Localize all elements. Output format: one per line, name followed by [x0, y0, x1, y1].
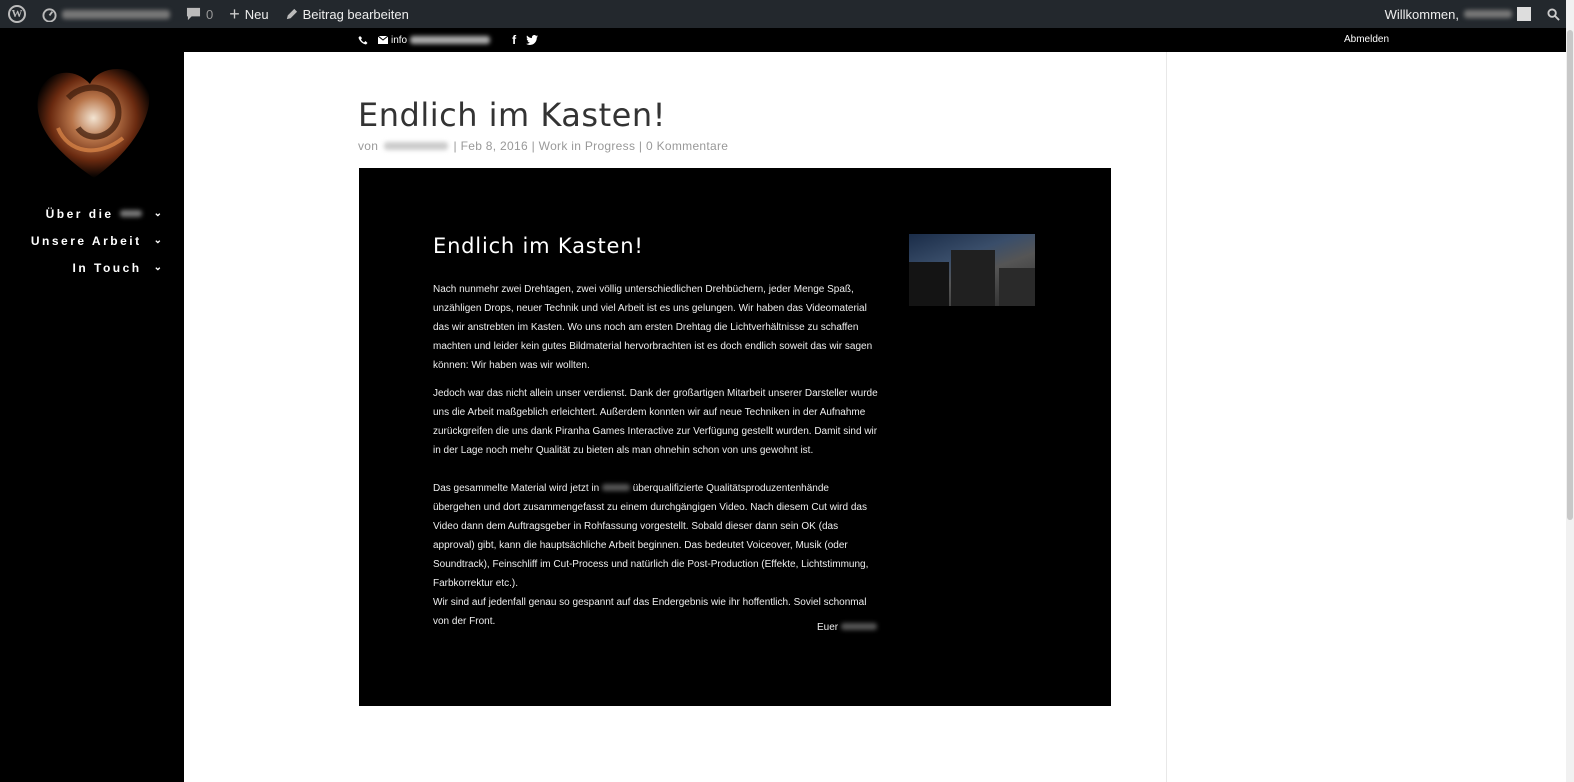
- pencil-icon: [286, 8, 297, 19]
- plus-icon: +: [229, 4, 240, 24]
- comments-link[interactable]: 0 Kommentare: [646, 139, 728, 153]
- post-thumbnail-image[interactable]: [909, 234, 1035, 306]
- admin-bar: W 0 + Neu Beitrag bearbeiten Willkommen,: [0, 0, 1574, 28]
- secondary-top-bar: info f Abmelden: [0, 28, 1566, 52]
- welcome-label: Willkommen,: [1384, 6, 1459, 22]
- signature-blurred: [840, 623, 877, 630]
- chevron-down-icon: ⌄: [153, 235, 162, 246]
- facebook-icon[interactable]: f: [512, 33, 516, 47]
- email-prefix: info: [391, 34, 408, 46]
- new-label: Neu: [244, 6, 269, 22]
- meta-separator: |: [453, 139, 457, 153]
- phone-icon[interactable]: [358, 35, 368, 45]
- comments-count: 0: [206, 6, 214, 22]
- signature-label: Euer: [817, 622, 839, 633]
- scrollbar-thumb[interactable]: [1567, 30, 1573, 520]
- logout-link[interactable]: Abmelden: [1344, 34, 1389, 45]
- username-blurred: [1464, 10, 1512, 18]
- nav-item-in-touch[interactable]: In Touch ⌄: [0, 254, 184, 281]
- envelope-icon: [378, 36, 388, 44]
- edit-post-button[interactable]: Beitrag bearbeiten: [277, 0, 417, 28]
- wordpress-icon: W: [8, 5, 26, 23]
- comment-icon: [186, 7, 201, 21]
- post-body: Nach nunmehr zwei Drehtagen, zwei völlig…: [433, 280, 879, 631]
- site-name-blurred: [62, 9, 170, 19]
- right-sidebar: [1166, 52, 1566, 782]
- dashboard-icon: [42, 7, 57, 22]
- paragraph-text: Wir sind auf jedenfall genau so gespannt…: [433, 597, 867, 627]
- paragraph: Nach nunmehr zwei Drehtagen, zwei völlig…: [433, 284, 873, 371]
- name-blurred: [601, 484, 630, 491]
- chevron-down-icon: ⌄: [153, 208, 162, 219]
- left-sidebar: Über die ⌄ Unsere Arbeit ⌄ In Touch ⌄: [0, 52, 184, 782]
- image-building: [951, 250, 995, 306]
- post-meta: von | Feb 8, 2016 | Work in Progress | 0…: [358, 139, 728, 153]
- paragraph: Jedoch war das nicht allein unser verdie…: [433, 388, 878, 456]
- image-building: [999, 268, 1035, 306]
- image-building: [909, 262, 949, 306]
- meta-by-label: von: [358, 139, 379, 153]
- new-button[interactable]: + Neu: [221, 0, 276, 28]
- paragraph-text: überqualifizierte Qualitätsproduzentenhä…: [433, 483, 869, 589]
- paragraph: Das gesammelte Material wird jetzt in üb…: [433, 479, 879, 631]
- author-blurred[interactable]: [383, 142, 448, 150]
- paragraph-text: Das gesammelte Material wird jetzt in: [433, 483, 600, 494]
- email-link[interactable]: info: [378, 34, 491, 46]
- search-icon: [1547, 7, 1560, 21]
- nav-item-label: Unsere Arbeit: [30, 233, 142, 248]
- content-heading: Endlich im Kasten!: [433, 234, 644, 258]
- post-title: Endlich im Kasten!: [358, 96, 666, 134]
- nav-item-label: Über die: [45, 206, 114, 221]
- category-link[interactable]: Work in Progress: [539, 139, 636, 153]
- meta-separator: |: [531, 139, 536, 153]
- nav-item-label: In Touch: [72, 260, 142, 275]
- edit-post-label: Beitrag bearbeiten: [302, 6, 409, 22]
- chevron-down-icon: ⌄: [153, 262, 162, 273]
- nav-item-unsere-arbeit[interactable]: Unsere Arbeit ⌄: [0, 227, 184, 254]
- avatar: [1517, 7, 1531, 21]
- post-content-box: Endlich im Kasten! Nach nunmehr zwei Dre…: [359, 168, 1111, 706]
- post-date: Feb 8, 2016: [460, 139, 528, 153]
- comments-button[interactable]: 0: [178, 0, 221, 28]
- wordpress-logo-button[interactable]: W: [0, 0, 34, 28]
- site-name-button[interactable]: [34, 0, 178, 28]
- main-navigation: Über die ⌄ Unsere Arbeit ⌄ In Touch ⌄: [0, 200, 184, 281]
- signature: Euer: [817, 622, 877, 633]
- email-blurred: [410, 36, 491, 44]
- site-logo[interactable]: [28, 58, 160, 186]
- meta-separator: |: [638, 139, 643, 153]
- twitter-icon[interactable]: [526, 35, 539, 45]
- my-account-button[interactable]: Willkommen,: [1377, 0, 1539, 28]
- nav-item-blurred: [119, 210, 142, 217]
- nav-item-ueber-die[interactable]: Über die ⌄: [0, 200, 184, 227]
